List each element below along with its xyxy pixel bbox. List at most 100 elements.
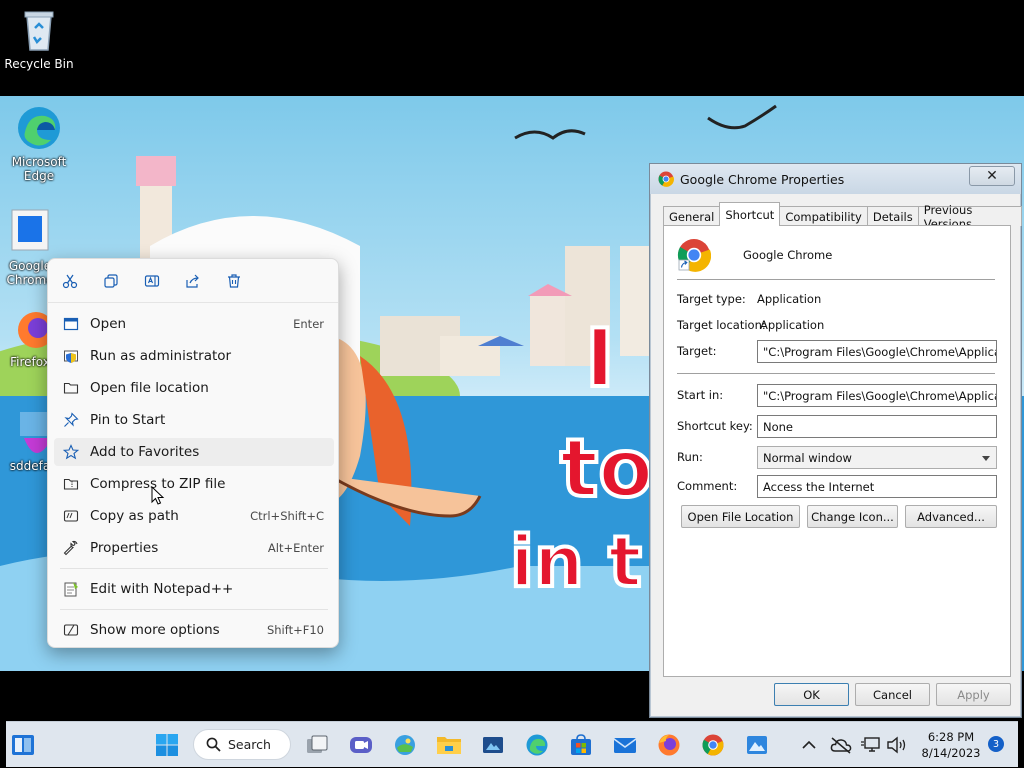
desktop-icon-label: Recycle Bin (4, 57, 74, 71)
edge-icon (18, 107, 60, 149)
start-in-label: Start in: (677, 388, 724, 402)
context-menu-quick-actions (48, 259, 338, 303)
menu-item-shortcut: Shift+F10 (266, 623, 324, 637)
folder-icon (62, 379, 80, 397)
mouse-cursor-icon (151, 486, 165, 505)
target-location-label: Target location: (677, 318, 766, 332)
chrome-taskbar-icon[interactable] (698, 730, 728, 760)
menu-item-label: Properties (90, 540, 159, 556)
zip-icon (62, 475, 80, 493)
notepad-icon (62, 580, 80, 598)
target-type-value: Application (757, 292, 822, 306)
menu-item-pin-to-start[interactable]: Pin to Start (54, 406, 334, 434)
microsoft-store-icon[interactable] (566, 730, 596, 760)
menu-item-compress-to-zip[interactable]: Compress to ZIP file (54, 470, 334, 498)
dialog-title: Google Chrome Properties (680, 171, 845, 187)
menu-item-label: Open (90, 316, 127, 332)
taskbar-search[interactable]: Search (193, 729, 291, 760)
onedrive-offline-icon[interactable] (826, 730, 856, 760)
menu-item-copy-as-path[interactable]: Copy as path Ctrl+Shift+C (54, 502, 334, 530)
close-button[interactable]: ✕ (969, 166, 1015, 186)
open-icon (62, 315, 80, 333)
cancel-button[interactable]: Cancel (855, 683, 930, 706)
run-label: Run: (677, 450, 703, 464)
menu-item-properties[interactable]: Properties Alt+Enter (54, 534, 334, 562)
change-icon-button[interactable]: Change Icon... (807, 505, 898, 528)
cut-icon[interactable] (60, 271, 80, 291)
comment-label: Comment: (677, 479, 738, 493)
file-explorer-icon[interactable] (434, 730, 464, 760)
chevron-up-icon[interactable] (794, 730, 824, 760)
advanced-button[interactable]: Advanced... (905, 505, 997, 528)
divider (677, 279, 995, 280)
image-viewer-icon[interactable] (742, 730, 772, 760)
menu-item-shortcut: Ctrl+Shift+C (250, 509, 324, 523)
start-in-field[interactable]: "C:\Program Files\Google\Chrome\Applicat… (757, 384, 997, 407)
taskbar-clock[interactable]: 6:28 PM 8/14/2023 (911, 729, 991, 761)
target-field[interactable]: "C:\Program Files\Google\Chrome\Applicat… (757, 340, 997, 363)
menu-item-add-to-favorites[interactable]: Add to Favorites (54, 438, 334, 466)
target-label: Target: (677, 344, 717, 358)
apply-button[interactable]: Apply (936, 683, 1011, 706)
photos-app-icon[interactable] (390, 730, 420, 760)
dialog-title-bar[interactable]: Google Chrome Properties (650, 164, 1021, 194)
menu-item-show-more-options[interactable]: Show more options Shift+F10 (54, 616, 334, 644)
notification-badge[interactable]: 3 (988, 736, 1004, 752)
menu-item-label: Edit with Notepad++ (90, 581, 234, 597)
menu-item-edit-with-notepad-plus-plus[interactable]: Edit with Notepad++ (54, 575, 334, 603)
more-options-icon (62, 621, 80, 639)
desktop-icon-recycle-bin[interactable]: Recycle Bin (0, 6, 78, 71)
tab-compatibility[interactable]: Compatibility (779, 206, 868, 226)
menu-item-label: Add to Favorites (90, 444, 200, 460)
svg-text:I: I (585, 312, 615, 405)
taskbar: Search 6:28 PM 8/14/2023 3 (6, 721, 1018, 767)
run-select[interactable]: Normal window (757, 446, 997, 469)
tab-previous-versions[interactable]: Previous Versions (917, 203, 1022, 231)
chrome-shortcut-icon (11, 209, 49, 251)
widgets-icon[interactable] (8, 730, 38, 760)
movies-tv-icon[interactable] (478, 730, 508, 760)
search-icon (206, 737, 221, 752)
edge-taskbar-icon[interactable] (522, 730, 552, 760)
menu-separator (60, 609, 328, 610)
rename-icon[interactable] (142, 271, 162, 291)
desktop: I to in t Recycle Bin Microsoft Edge Goo… (0, 0, 1024, 768)
chrome-icon (658, 171, 674, 187)
desktop-icon-microsoft-edge[interactable]: Microsoft Edge (0, 104, 78, 183)
wrench-icon (62, 539, 80, 557)
menu-separator (60, 568, 328, 569)
search-label: Search (228, 737, 271, 752)
delete-icon[interactable] (224, 271, 244, 291)
comment-field[interactable]: Access the Internet (757, 475, 997, 498)
menu-item-shortcut: Alt+Enter (267, 541, 324, 555)
pin-icon (62, 411, 80, 429)
clock-time: 6:28 PM (927, 730, 975, 744)
task-view-icon[interactable] (302, 730, 332, 760)
start-button[interactable] (152, 730, 182, 760)
desktop-icon-label: Microsoft Edge (11, 155, 67, 183)
shortcut-tab-panel: Google Chrome Target type: Application T… (663, 225, 1011, 677)
tab-shortcut[interactable]: Shortcut (719, 202, 781, 226)
teams-chat-icon[interactable] (346, 730, 376, 760)
firefox-taskbar-icon[interactable] (654, 730, 684, 760)
shield-icon (62, 347, 80, 365)
menu-item-open[interactable]: Open Enter (54, 310, 334, 338)
menu-item-open-file-location[interactable]: Open file location (54, 374, 334, 402)
volume-icon[interactable] (882, 730, 912, 760)
share-icon[interactable] (183, 271, 203, 291)
context-menu: Open Enter Run as administrator Open fil… (47, 258, 339, 648)
svg-text:to: to (560, 422, 653, 515)
open-file-location-button[interactable]: Open File Location (681, 505, 800, 528)
tab-details[interactable]: Details (866, 206, 919, 226)
ok-button[interactable]: OK (774, 683, 849, 706)
tab-general[interactable]: General (663, 206, 721, 226)
menu-item-shortcut: Enter (293, 317, 324, 331)
dialog-tabs: General Shortcut Compatibility Details P… (663, 202, 1022, 231)
copy-icon[interactable] (101, 271, 121, 291)
clock-date: 8/14/2023 (921, 746, 981, 760)
menu-item-label: Compress to ZIP file (90, 476, 226, 492)
mail-icon[interactable] (610, 730, 640, 760)
menu-item-label: Show more options (90, 622, 220, 638)
menu-item-run-as-administrator[interactable]: Run as administrator (54, 342, 334, 370)
shortcut-key-field[interactable]: None (757, 415, 997, 438)
